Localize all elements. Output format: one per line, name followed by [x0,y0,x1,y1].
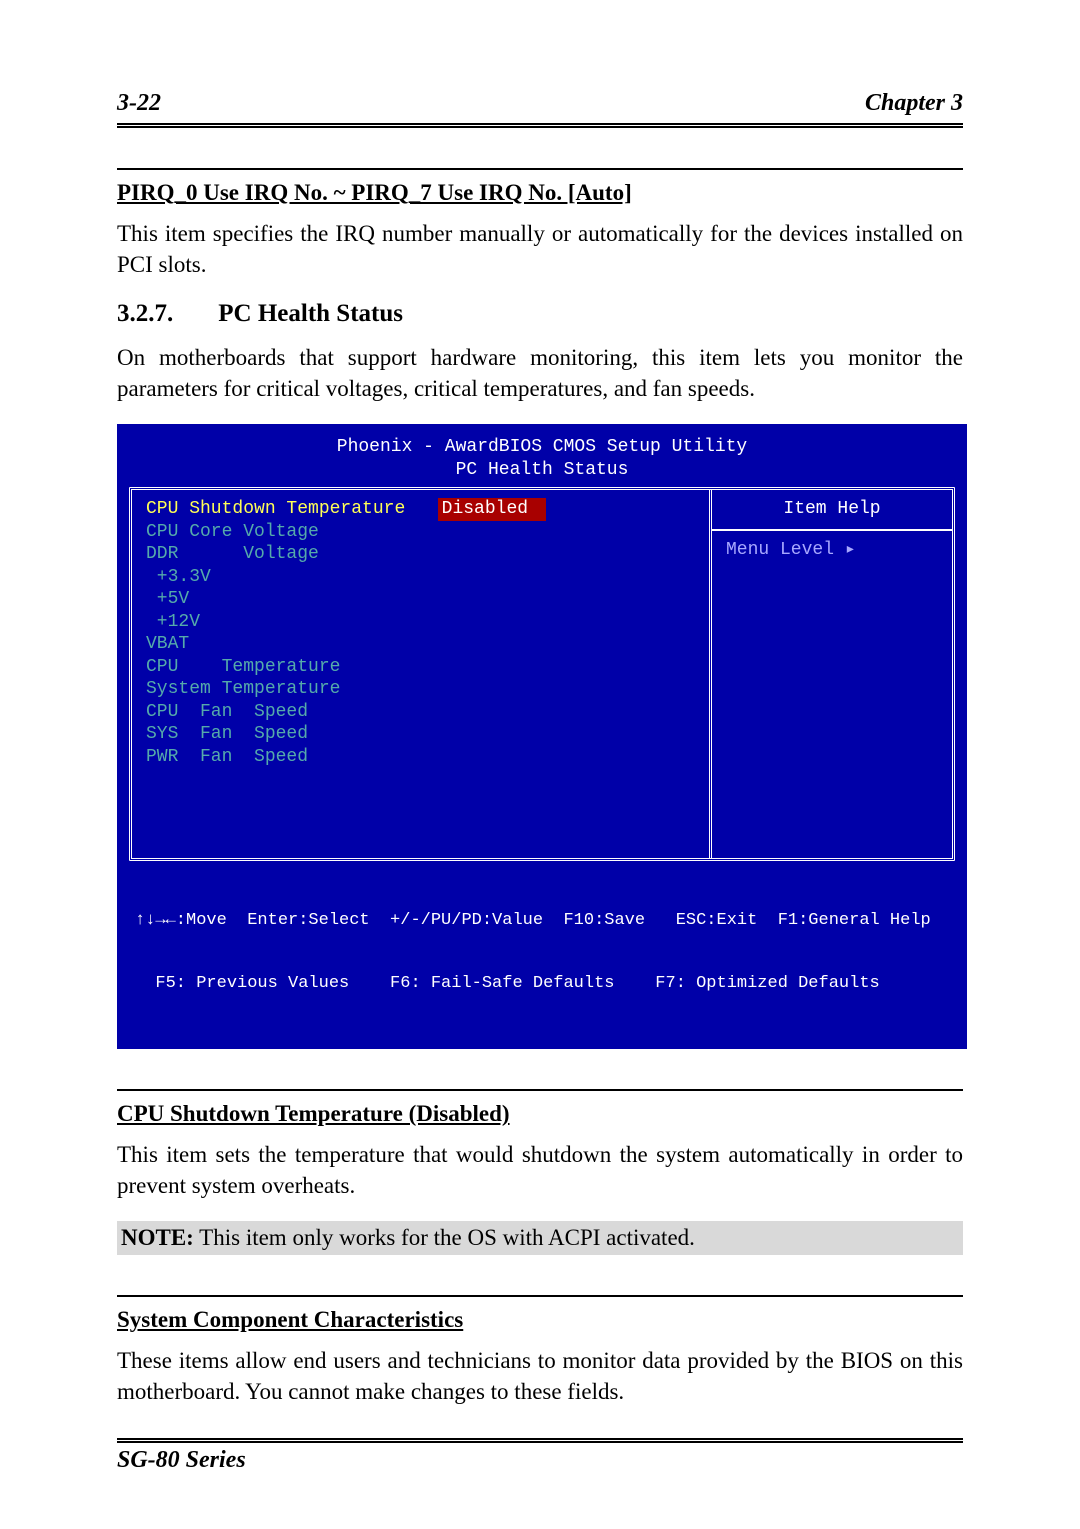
section-shutdown-body: This item sets the temperature that woul… [117,1139,963,1201]
page: 3-22 Chapter 3 PIRQ_0 Use IRQ No. ~ PIRQ… [0,0,1080,1529]
section-shutdown-title: CPU Shutdown Temperature (Disabled) [117,1101,963,1127]
section-pirq-body: This item specifies the IRQ number manua… [117,218,963,280]
bios-row-shutdown-temp[interactable]: CPU Shutdown Temperature Disabled [146,498,695,521]
bios-ro-vbat: VBAT [146,633,695,656]
section-scc-body: These items allow end users and technici… [117,1345,963,1407]
bios-ro-3v3: +3.3V [146,566,695,589]
bios-body: CPU Shutdown Temperature Disabled CPU Co… [129,487,955,861]
bios-ro-cpu-temp: CPU Temperature [146,656,695,679]
section-scc-title: System Component Characteristics [117,1307,963,1333]
bios-help-panel: Item Help Menu Level ▸ [712,490,952,858]
bios-footer-line2: F5: Previous Values F6: Fail-Safe Defaul… [135,973,949,994]
bios-ro-ddr-voltage: DDR Voltage [146,543,695,566]
rule [117,1295,963,1297]
section-number: 3.2.7. [117,300,212,328]
bios-help-separator [712,529,952,531]
bios-settings-panel: CPU Shutdown Temperature Disabled CPU Co… [132,490,712,858]
bios-footer: ↑↓→←:Move Enter:Select +/-/PU/PD:Value F… [119,861,965,1047]
bios-ro-cpu-fan: CPU Fan Speed [146,701,695,724]
bios-ro-sys-temp: System Temperature [146,678,695,701]
bios-item-help-label: Item Help [722,498,942,521]
page-footer: SG-80 Series [117,1438,963,1474]
note-label: NOTE: [121,1225,194,1250]
note-box: NOTE: This item only works for the OS wi… [117,1221,963,1255]
bios-screenshot: Phoenix - AwardBIOS CMOS Setup Utility P… [117,424,967,1049]
bios-title-2: PC Health Status [119,459,965,482]
bios-ro-pwr-fan: PWR Fan Speed [146,746,695,769]
rule [117,1089,963,1091]
bios-label: CPU Shutdown Temperature [146,498,438,521]
bios-ro-5v: +5V [146,588,695,611]
bios-title-1: Phoenix - AwardBIOS CMOS Setup Utility [119,436,965,459]
page-number: 3-22 [117,90,161,117]
section-health-heading: 3.2.7. PC Health Status [117,300,963,328]
bios-footer-line1: ↑↓→←:Move Enter:Select +/-/PU/PD:Value F… [135,910,949,931]
section-health-body: On motherboards that support hardware mo… [117,342,963,404]
chapter-label: Chapter 3 [865,90,963,117]
footer-series: SG-80 Series [117,1447,246,1473]
page-header: 3-22 Chapter 3 [117,90,963,128]
section-pirq-title: PIRQ_0 Use IRQ No. ~ PIRQ_7 Use IRQ No. … [117,180,963,206]
bios-value-selected[interactable]: Disabled [438,498,546,521]
bios-ro-sys-fan: SYS Fan Speed [146,723,695,746]
bios-ro-cpu-core-voltage: CPU Core Voltage [146,521,695,544]
bios-menu-level: Menu Level ▸ [722,539,942,562]
bios-ro-12v: +12V [146,611,695,634]
section-title: PC Health Status [218,300,403,327]
rule [117,168,963,170]
note-body: This item only works for the OS with ACP… [194,1225,695,1250]
footer-rule [117,1438,963,1443]
